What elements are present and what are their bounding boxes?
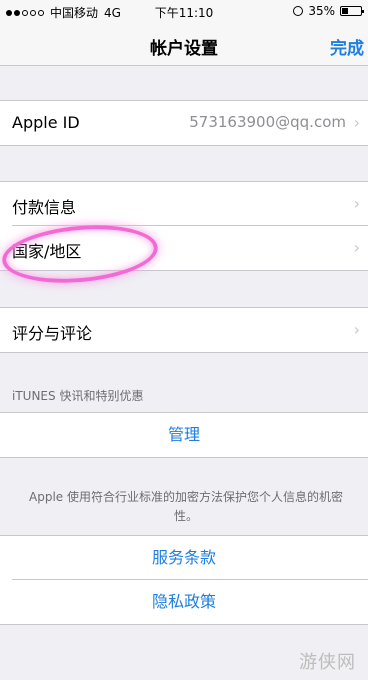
chevron-right-icon: › <box>353 238 360 257</box>
battery-fill <box>342 8 348 14</box>
page-title: 帐户设置 <box>150 39 218 59</box>
apple-id-value: 573163900@qq.com <box>189 113 346 131</box>
itunes-section-header: iTUNES 快讯和特别优惠 <box>12 389 144 403</box>
ratings-reviews-row[interactable]: 评分与评论 › <box>0 308 368 352</box>
terms-of-service-label: 服务条款 <box>151 548 216 567</box>
payment-info-row[interactable]: 付款信息 › <box>0 182 368 226</box>
terms-of-service-link[interactable]: 服务条款 <box>0 536 368 580</box>
legal-group: 服务条款 隐私政策 <box>0 535 368 625</box>
status-right: 35% <box>293 4 364 18</box>
chevron-right-icon: › <box>353 113 360 132</box>
ratings-group: 评分与评论 › <box>0 307 368 353</box>
watermark-logo: 游侠网 <box>299 652 356 673</box>
privacy-footer-text: Apple 使用符合行业标准的加密方法保护您个人信息的机密性。 <box>29 490 343 523</box>
manage-button[interactable]: 管理 <box>0 413 368 457</box>
battery-percent: 35% <box>308 4 335 18</box>
chevron-right-icon: › <box>353 194 360 213</box>
itunes-group: 管理 <box>0 412 368 458</box>
apple-id-row[interactable]: Apple ID 573163900@qq.com › <box>0 101 368 145</box>
payment-info-label: 付款信息 <box>12 198 77 217</box>
chevron-right-icon: › <box>353 320 360 339</box>
apple-id-label: Apple ID <box>12 113 80 132</box>
done-button[interactable]: 完成 <box>330 34 364 59</box>
status-bar: 中国移动 4G 下午11:10 35% <box>0 0 368 24</box>
battery-icon <box>340 6 364 16</box>
apple-id-group: Apple ID 573163900@qq.com › <box>0 100 368 146</box>
navigation-bar: 帐户设置 完成 <box>0 24 368 66</box>
rotation-lock-icon <box>293 6 304 16</box>
privacy-policy-link[interactable]: 隐私政策 <box>0 580 368 624</box>
ratings-reviews-label: 评分与评论 <box>12 324 93 343</box>
